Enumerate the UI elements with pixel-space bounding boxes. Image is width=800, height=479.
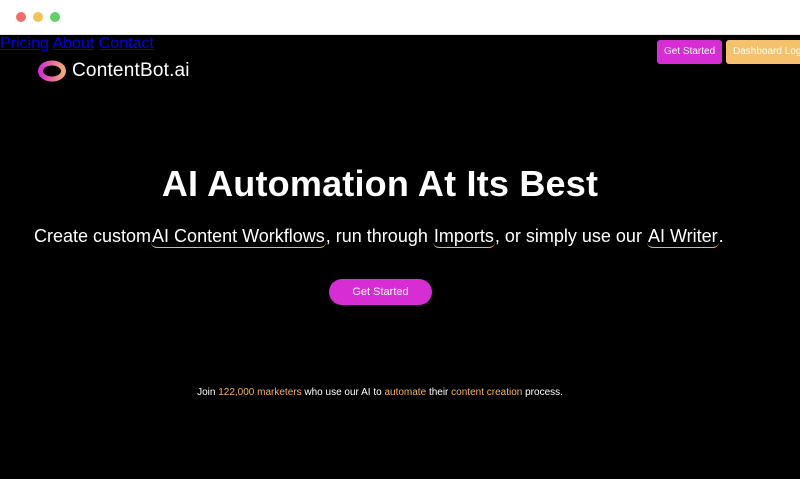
- maximize-dot-icon[interactable]: [50, 12, 60, 22]
- header-get-started-button[interactable]: Get Started: [657, 40, 722, 64]
- minimize-dot-icon[interactable]: [33, 12, 43, 22]
- nav-about[interactable]: About: [52, 35, 94, 52]
- browser-chrome: [0, 0, 800, 35]
- sub-text-2: , run through: [325, 226, 428, 246]
- sub-text-3: , or simply use our: [494, 226, 642, 246]
- link-ai-writer[interactable]: AI Writer: [646, 226, 719, 248]
- link-ai-content-workflows[interactable]: AI Content Workflows: [151, 226, 326, 248]
- automate-text: automate: [384, 387, 427, 398]
- dashboard-login-button[interactable]: Dashboard Login: [726, 40, 800, 64]
- join-text: Join: [197, 387, 216, 398]
- brand-logo[interactable]: ContentBot.ai: [37, 59, 190, 83]
- sub-text-1: Create custom: [34, 226, 152, 246]
- nav-contact[interactable]: Contact: [99, 35, 154, 52]
- sub-text-4: .: [718, 226, 724, 246]
- join-mid-text: who use our AI to: [304, 387, 382, 398]
- marketer-count: 122,000 marketers: [218, 387, 302, 398]
- content-creation-text: content creation: [451, 387, 523, 398]
- hero-get-started-button[interactable]: Get Started: [329, 279, 432, 305]
- close-dot-icon[interactable]: [16, 12, 26, 22]
- social-proof: Join 122,000 marketers who use our AI to…: [0, 387, 760, 398]
- process-text: process.: [525, 387, 563, 398]
- their-text: their: [428, 387, 449, 398]
- ring-logo-icon: [38, 60, 66, 82]
- hero-headline: AI Automation At Its Best: [161, 163, 599, 204]
- brand-name: ContentBot.ai: [72, 60, 190, 81]
- landing-page: ContentBot.ai Pricing About Contact Get …: [0, 35, 800, 479]
- nav-pricing[interactable]: Pricing: [0, 35, 49, 52]
- hero-subheadline: Create customAI Content Workflows, run t…: [34, 226, 724, 248]
- link-imports[interactable]: Imports: [432, 226, 495, 248]
